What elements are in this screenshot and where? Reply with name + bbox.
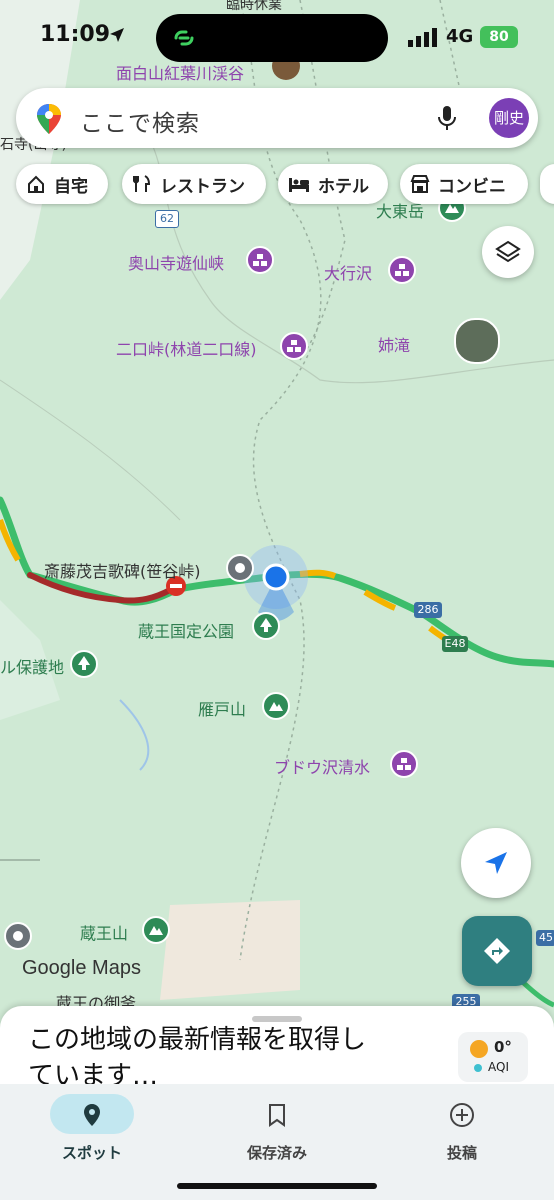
anetaki-photo-thumb[interactable] (454, 318, 500, 364)
add-circle-icon (450, 1103, 474, 1127)
store-icon (410, 175, 430, 193)
directions-button[interactable] (462, 916, 532, 986)
home-icon (28, 175, 44, 193)
tab-contribute-label: 投稿 (446, 1144, 477, 1162)
attraction-poi-icon[interactable] (280, 332, 308, 360)
status-time: 11:09 (40, 22, 111, 47)
signal-icon (408, 28, 437, 47)
directions-icon (484, 938, 510, 964)
chip-more[interactable] (540, 164, 554, 204)
chip-home[interactable]: 自宅 (16, 164, 108, 204)
battery-icon: 80 (480, 26, 518, 48)
landmark-poi-icon[interactable] (226, 554, 254, 582)
map-label-karitoyama[interactable]: 雁戸山 (198, 696, 246, 720)
map-label-zaosan[interactable]: 蔵王山 (80, 920, 128, 944)
location-arrow-icon (110, 28, 124, 42)
route-shield-62: 62 (155, 210, 179, 228)
aqi-status-dot (474, 1064, 482, 1072)
aqi-label: AQI (488, 1060, 509, 1074)
mountain-poi-icon[interactable] (262, 692, 290, 720)
layers-button[interactable] (482, 226, 534, 278)
link-icon (174, 30, 194, 46)
account-avatar[interactable]: 剛史 (489, 98, 529, 138)
my-location-button[interactable] (461, 828, 531, 898)
map-label-budousawa[interactable]: ブドウ沢清水 (274, 754, 370, 778)
map-label-anetaki[interactable]: 姉滝 (378, 332, 410, 356)
search-input[interactable]: ここで検索 (80, 104, 200, 138)
explore-pin-icon (84, 1104, 100, 1126)
home-indicator (177, 1183, 377, 1189)
route-shield-45: 45 (536, 930, 554, 946)
chip-restaurant-label: レストラン (160, 176, 245, 197)
network-type: 4G (446, 26, 474, 47)
bookmark-icon (269, 1104, 285, 1127)
route-shield-e48: E48 (442, 636, 468, 652)
landmark-poi-icon[interactable] (4, 922, 32, 950)
map-label-saito[interactable]: 斎藤茂吉歌碑(笹谷峠) (44, 558, 201, 582)
chip-store-label: コンビニ (438, 176, 506, 197)
category-chips: 自宅 レストラン ホテル コンビニ (0, 164, 554, 206)
sun-icon (470, 1040, 488, 1058)
chip-restaurant[interactable]: レストラン (122, 164, 266, 204)
attraction-poi-icon[interactable] (390, 750, 418, 778)
restaurant-icon (133, 175, 151, 192)
hotel-icon (289, 178, 309, 192)
route-shield-286: 286 (414, 602, 442, 618)
weather-aqi-widget[interactable]: 0° AQI (458, 1032, 528, 1082)
google-maps-pin-icon (37, 104, 61, 134)
map-label-okuyamadera[interactable]: 奥山寺遊仙峡 (128, 250, 224, 274)
status-bar: 11:09 4G 80 (0, 0, 554, 76)
map-label-hogochi[interactable]: ル保護地 (0, 654, 64, 678)
dynamic-island (156, 14, 388, 62)
tab-contribute[interactable]: 投稿 (382, 1090, 542, 1170)
weather-temperature: 0° (494, 1038, 512, 1056)
attraction-poi-icon[interactable] (246, 246, 274, 274)
park-tree-icon[interactable] (70, 650, 98, 678)
tab-saved-label: 保存済み (246, 1144, 307, 1162)
chip-hotel-label: ホテル (318, 176, 369, 197)
tab-explore-label: スポット (61, 1144, 122, 1162)
chip-convenience-store[interactable]: コンビニ (400, 164, 528, 204)
map-label-taigyozawa[interactable]: 大行沢 (324, 260, 372, 284)
search-bar[interactable]: ここで検索 剛史 (16, 88, 538, 148)
park-tree-icon[interactable] (252, 612, 280, 640)
map-label-zao-park[interactable]: 蔵王国定公園 (138, 618, 234, 642)
google-maps-logo: Google Maps (22, 957, 141, 979)
chip-hotel[interactable]: ホテル (278, 164, 388, 204)
map-label-futakuchi[interactable]: 二口峠(林道二口線) (116, 336, 257, 360)
mountain-poi-icon[interactable] (142, 916, 170, 944)
tab-explore[interactable]: スポット (12, 1090, 172, 1170)
tab-saved[interactable]: 保存済み (197, 1090, 357, 1170)
layers-icon (495, 240, 521, 263)
navigation-arrow-icon (485, 852, 507, 874)
chip-home-label: 自宅 (54, 176, 88, 197)
microphone-icon[interactable] (436, 104, 458, 132)
attraction-poi-icon[interactable] (388, 256, 416, 284)
